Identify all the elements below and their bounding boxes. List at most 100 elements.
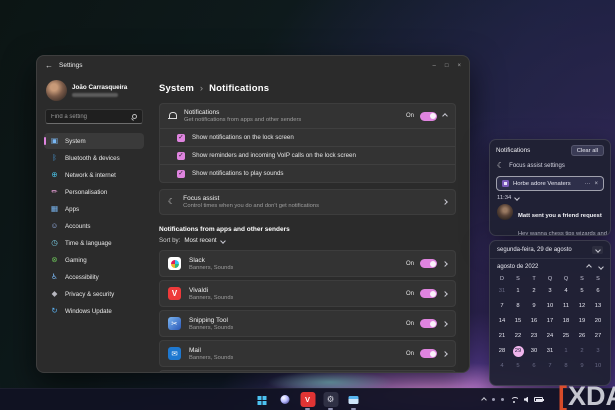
calendar-day[interactable]: 17 [542,314,558,329]
app-notification-row[interactable]: V Vivaldi Banners, Sounds On [159,280,456,307]
calendar-day[interactable]: 31 [494,284,510,299]
app-notification-row[interactable]: ✂ Snipping Tool Banners, Sounds On [159,310,456,337]
calendar-day[interactable]: 21 [494,329,510,344]
search-input[interactable] [51,113,132,120]
calendar-day[interactable]: 15 [510,314,526,329]
calendar-day[interactable]: 6 [590,284,606,299]
settings-taskbar-button[interactable]: ⚙ [323,392,338,407]
sidebar-item[interactable]: ↻ Windows Update [44,303,144,319]
file-explorer-taskbar-button[interactable] [346,392,361,407]
start-button[interactable] [254,392,269,407]
sidebar-item[interactable]: ⊕ Network & internet [44,167,144,183]
app-toggle[interactable] [420,259,437,268]
focus-assist-row[interactable]: ☾ Focus assist Control times when you do… [160,190,455,214]
notification-option-row[interactable]: Show notifications on the lock screen [160,128,455,146]
calendar-day[interactable]: 24 [542,329,558,344]
calendar-day[interactable]: 8 [558,359,574,374]
calendar-day[interactable]: 29 [510,344,526,359]
calendar-day[interactable]: 4 [558,284,574,299]
volume-icon[interactable] [524,396,528,403]
calendar-collapse-button[interactable] [592,246,603,254]
back-icon[interactable]: ← [45,61,53,70]
focus-assist-settings-link[interactable]: ☾ Focus assist settings [497,162,603,170]
calendar-day[interactable]: 16 [526,314,542,329]
calendar-day[interactable]: 30 [526,344,542,359]
close-icon[interactable]: × [594,181,598,187]
notification-option-row[interactable]: Show notifications to play sounds [160,164,455,182]
calendar-day[interactable]: 9 [526,299,542,314]
breadcrumb-root[interactable]: System [159,83,194,94]
checkbox-checked-icon[interactable] [177,133,185,142]
notification-group-header[interactable]: Horbe adore Venaters ··· × [496,176,604,191]
calendar-day[interactable]: 1 [558,344,574,359]
wifi-icon[interactable] [510,397,518,403]
calendar-day[interactable]: 10 [542,299,558,314]
calendar-day[interactable]: 6 [526,359,542,374]
calendar-day[interactable]: 4 [494,359,510,374]
calendar-day[interactable]: 7 [542,359,558,374]
app-toggle[interactable] [420,289,437,298]
calendar-day[interactable]: 19 [574,314,590,329]
notification-option-row[interactable]: Show reminders and incoming VoIP calls o… [160,146,455,164]
search-taskbar-button[interactable] [277,392,292,407]
sidebar-item[interactable]: ☺ Accounts [44,218,144,234]
calendar-day[interactable]: 1 [510,284,526,299]
sidebar-item[interactable]: ᛒ Bluetooth & devices [44,150,144,166]
app-notification-row[interactable]: ⊞ Microsoft Store Banners, Sounds On [159,370,456,372]
minimize-button[interactable]: – [433,63,436,69]
calendar-day[interactable]: 23 [526,329,542,344]
sidebar-item[interactable]: ♿ Accessibility [44,269,144,285]
calendar-day[interactable]: 31 [542,344,558,359]
calendar-day[interactable]: 5 [510,359,526,374]
battery-icon[interactable] [534,397,544,402]
sidebar-item[interactable]: ⊗ Gaming [44,252,144,268]
calendar-day[interactable]: 26 [574,329,590,344]
maximize-button[interactable]: □ [445,63,449,69]
calendar-day[interactable]: 25 [558,329,574,344]
chevron-up-icon[interactable] [442,113,448,119]
user-profile[interactable]: João Carrasqueira [46,80,142,101]
calendar-day[interactable]: 10 [590,359,606,374]
calendar-day[interactable]: 28 [494,344,510,359]
calendar-day[interactable]: 2 [526,284,542,299]
calendar-day[interactable]: 20 [590,314,606,329]
calendar-day[interactable]: 3 [542,284,558,299]
notifications-toggle[interactable] [420,111,437,121]
sidebar-item[interactable]: ◆ Privacy & security [44,286,144,302]
calendar-day[interactable]: 27 [590,329,606,344]
app-toggle[interactable] [420,319,437,328]
sidebar-item[interactable]: ▣ System [44,133,144,149]
clear-all-button[interactable]: Clear all [570,145,604,156]
calendar-day[interactable]: 18 [558,314,574,329]
checkbox-checked-icon[interactable] [177,151,185,160]
calendar-day[interactable]: 8 [510,299,526,314]
calendar-day[interactable]: 13 [590,299,606,314]
calendar-day[interactable]: 22 [510,329,526,344]
notification-time-row[interactable]: 11:34 [497,195,603,201]
app-notification-row[interactable]: ✉ Mail Banners, Sounds On [159,340,456,367]
notification-message[interactable]: Matt sent you a friend request Hey wanna… [496,204,607,235]
calendar-day[interactable]: 2 [574,344,590,359]
calendar-day[interactable]: 9 [574,359,590,374]
calendar-day[interactable]: 14 [494,314,510,329]
sidebar-item[interactable]: ◷ Time & language [44,235,144,251]
checkbox-checked-icon[interactable] [177,169,185,178]
calendar-day[interactable]: 5 [574,284,590,299]
sort-dropdown[interactable]: Sort by: Most recent [159,237,456,244]
calendar-day[interactable]: 7 [494,299,510,314]
more-options-icon[interactable]: ··· [584,181,590,187]
system-tray[interactable] [481,396,615,403]
notifications-master-row[interactable]: Notifications Get notifications from app… [160,104,455,128]
calendar-prev-icon[interactable] [586,264,592,270]
close-button[interactable]: × [457,63,461,69]
calendar-next-icon[interactable] [598,264,604,270]
app-notification-row[interactable]: Slack Banners, Sounds On [159,250,456,277]
calendar-day[interactable]: 12 [574,299,590,314]
sidebar-item[interactable]: ✏ Personalisation [44,184,144,200]
app-toggle[interactable] [420,349,437,358]
calendar-day[interactable]: 3 [590,344,606,359]
tray-overflow-icon[interactable] [481,396,487,403]
sidebar-item[interactable]: ▦ Apps [44,201,144,217]
vivaldi-taskbar-button[interactable]: V [300,392,315,407]
calendar-day[interactable]: 11 [558,299,574,314]
